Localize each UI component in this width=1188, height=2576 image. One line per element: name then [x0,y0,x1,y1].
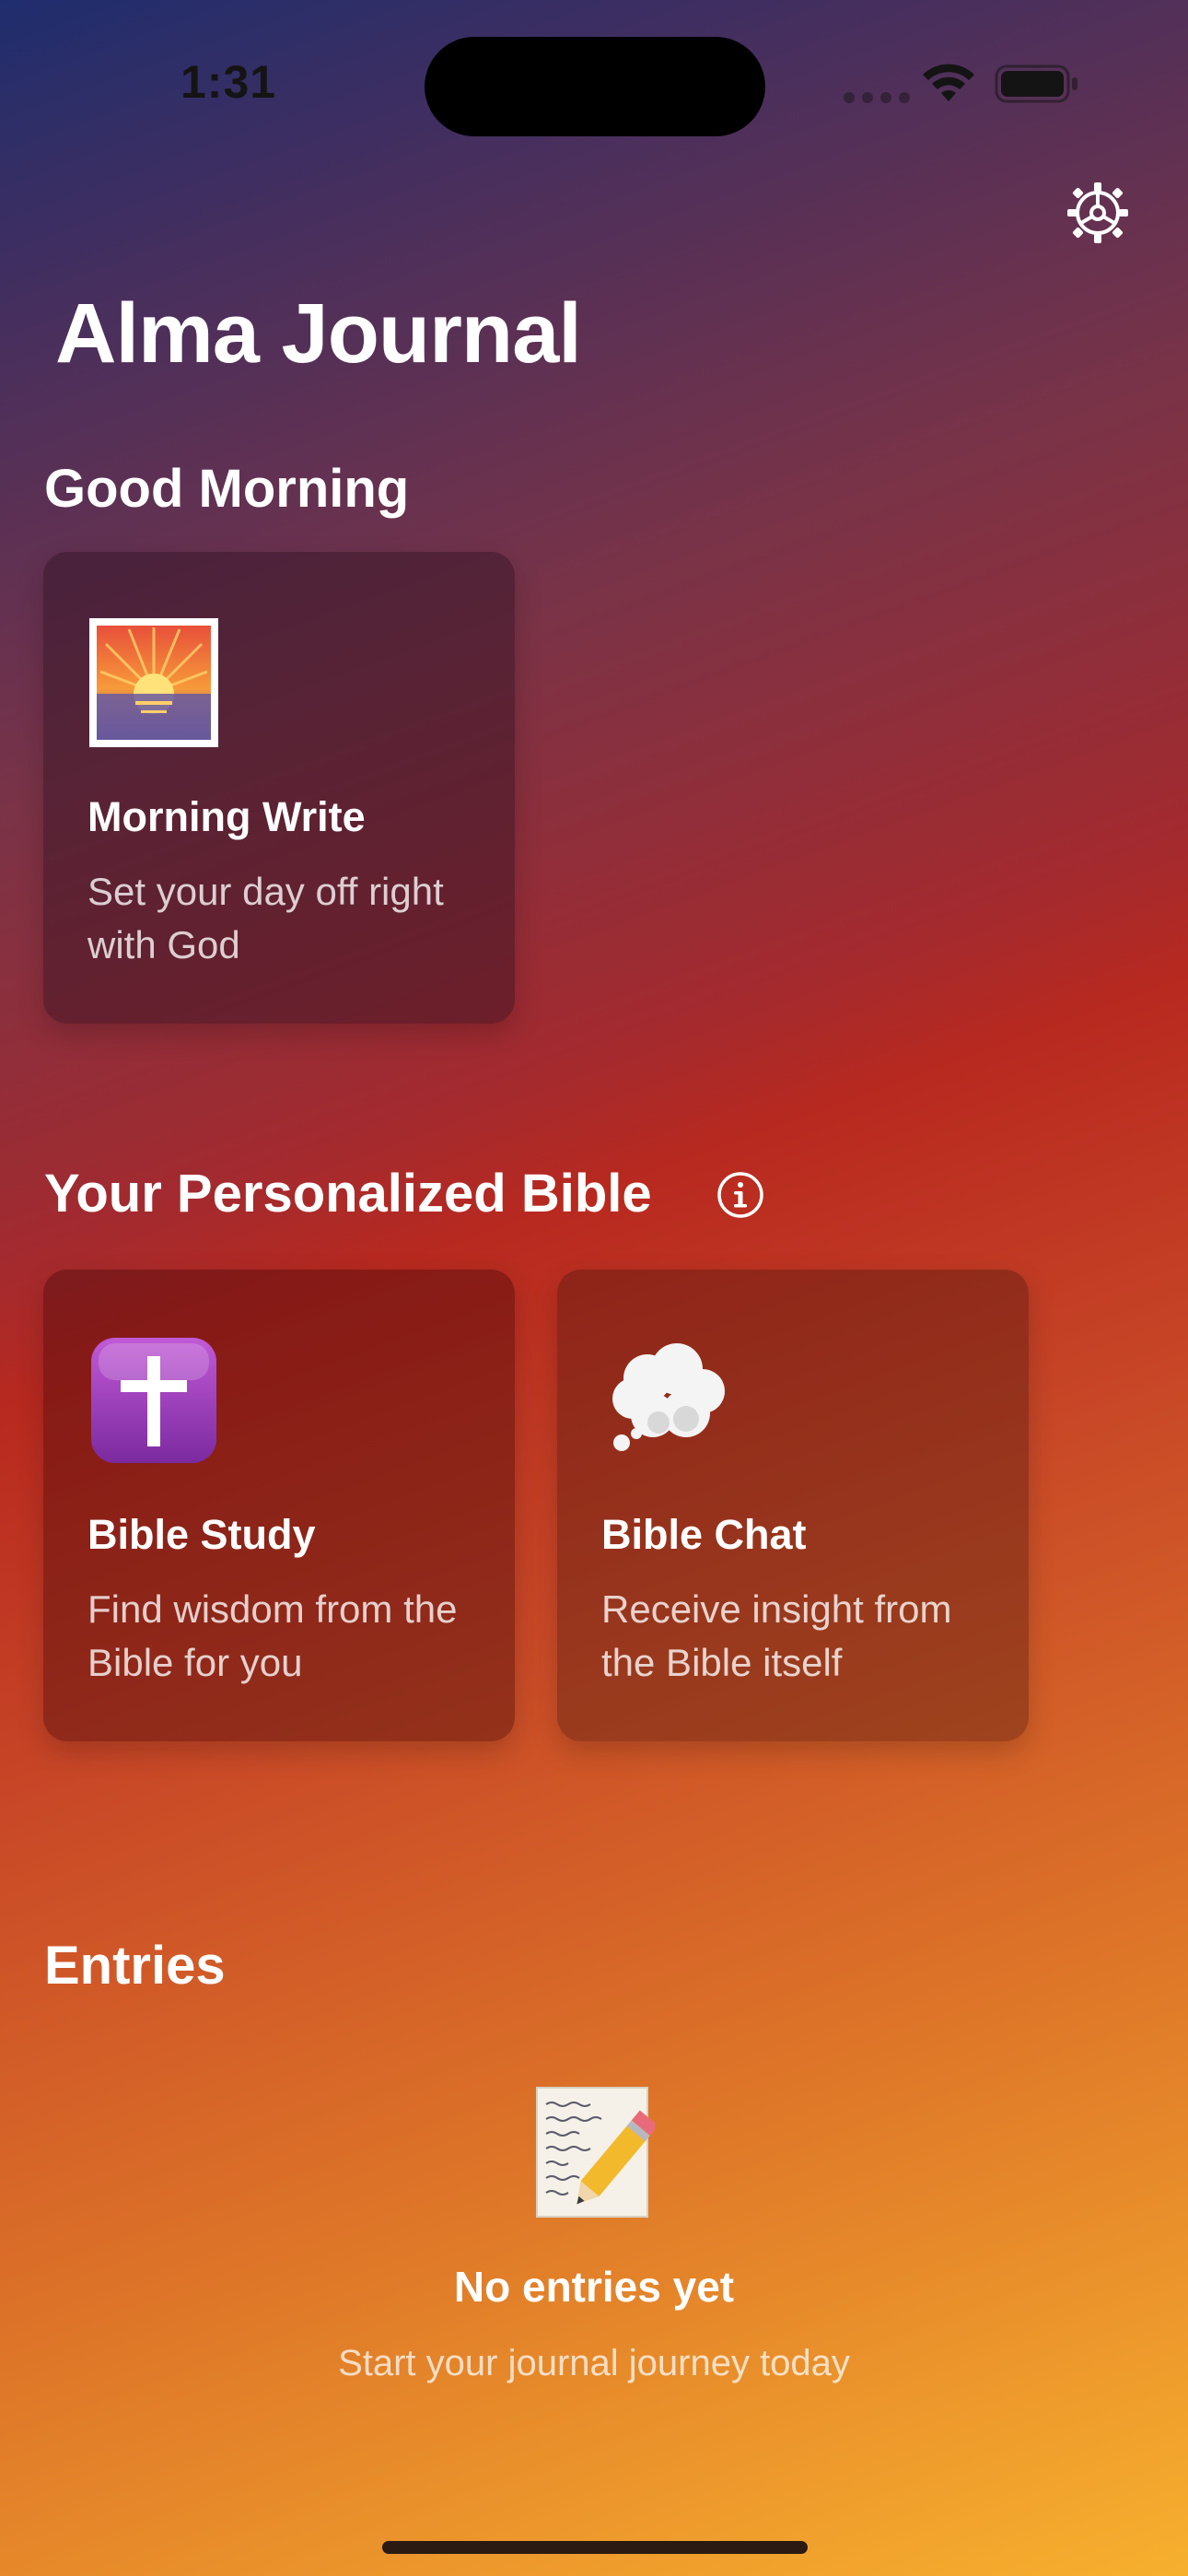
card-title: Bible Chat [601,1511,807,1558]
section-title-good-morning: Good Morning [44,459,410,519]
section-title-personalized-bible: Your Personalized Bible [44,1164,652,1224]
app-title: Alma Journal [55,287,582,381]
card-subtitle: Set your day off right with God [87,870,444,966]
dynamic-island [425,37,765,136]
card-subtitle: Receive insight from the Bible itself [601,1587,952,1684]
battery-icon [995,64,1077,103]
info-icon[interactable] [716,1171,764,1219]
home-indicator[interactable] [382,2541,808,2554]
wifi-icon [923,64,974,101]
thought-bubble-icon [612,1343,725,1451]
bible-chat-card[interactable]: Bible Chat Receive insight from the Bibl… [557,1270,1029,1741]
morning-write-card[interactable]: Morning Write Set your day off right wit… [43,552,515,1024]
bible-study-card[interactable]: Bible Study Find wisdom from the Bible f… [43,1270,515,1741]
cross-icon [91,1338,216,1463]
card-title: Bible Study [87,1511,316,1558]
empty-state-title: No entries yet [453,2263,735,2311]
card-title: Morning Write [87,793,366,840]
empty-state-subtitle: Start your journal journey today [338,2343,850,2383]
sunrise-icon [89,618,218,747]
section-title-entries: Entries [44,1936,226,1996]
memo-pencil-icon [536,2087,655,2218]
settings-gear-icon[interactable] [1066,181,1130,245]
cellular-signal-icon [844,92,910,103]
card-subtitle: Find wisdom from the Bible for you [87,1587,458,1684]
status-time: 1:31 [181,56,277,108]
